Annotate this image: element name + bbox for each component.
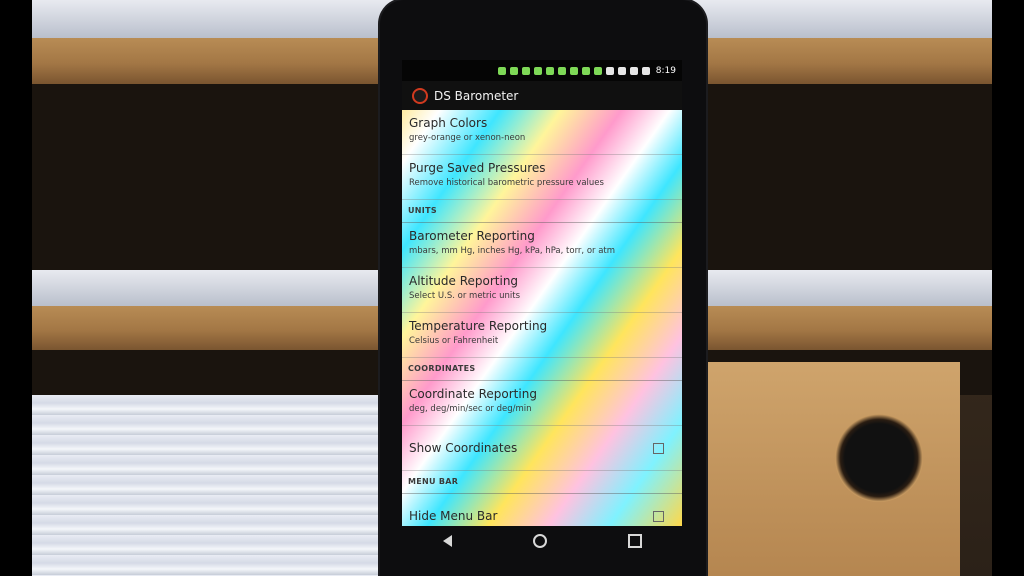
smile-icon [581, 66, 590, 75]
setting-summary: Select U.S. or metric units [409, 291, 521, 301]
timer-icon [521, 66, 530, 75]
settings-list: Graph Colors grey-orange or xenon-neon P… [402, 110, 682, 526]
section-header-label: COORDINATES [408, 364, 476, 373]
setting-title: Altitude Reporting [409, 274, 519, 288]
battery-icon [641, 66, 650, 75]
setting-summary: grey-orange or xenon-neon [409, 133, 526, 143]
paper-stack [32, 395, 382, 576]
wrench-icon [533, 66, 542, 75]
setting-title: Purge Saved Pressures [409, 161, 546, 175]
photo-icon [569, 66, 578, 75]
drawer-hole [835, 414, 923, 502]
setting-hide-menu-bar[interactable]: Hide Menu Bar [402, 494, 682, 526]
back-icon[interactable] [442, 535, 452, 547]
bluetooth-icon [605, 66, 614, 75]
setting-barometer-reporting[interactable]: Barometer Reporting mbars, mm Hg, inches… [402, 223, 682, 268]
status-bar: 8:19 [402, 60, 682, 81]
notification-icon [497, 66, 506, 75]
recents-icon[interactable] [627, 534, 642, 548]
facebook-icon [545, 66, 554, 75]
setting-title: Temperature Reporting [409, 319, 548, 333]
setting-temperature-reporting[interactable]: Temperature Reporting Celsius or Fahrenh… [402, 313, 682, 358]
alarm-icon [557, 66, 566, 75]
show-coordinates-checkbox[interactable] [653, 443, 664, 454]
section-header-menu-bar: MENU BAR [402, 471, 682, 494]
section-header-label: UNITS [408, 206, 437, 215]
setting-purge-saved-pressures[interactable]: Purge Saved Pressures Remove historical … [402, 155, 682, 200]
hide-menu-bar-checkbox[interactable] [653, 511, 664, 522]
section-header-label: MENU BAR [408, 477, 459, 486]
app-logo-icon[interactable] [412, 87, 428, 104]
setting-summary: Remove historical barometric pressure va… [409, 178, 604, 188]
setting-title: Hide Menu Bar [409, 509, 498, 523]
alarm-icon [617, 66, 626, 75]
section-header-coordinates: COORDINATES [402, 358, 682, 381]
phone-screen: 8:19 DS Barometer Graph Colors grey-oran… [402, 60, 682, 526]
home-icon[interactable] [532, 534, 547, 548]
setting-summary: deg, deg/min/sec or deg/min [409, 404, 532, 414]
wifi-icon [629, 66, 638, 75]
setting-altitude-reporting[interactable]: Altitude Reporting Select U.S. or metric… [402, 268, 682, 313]
facebook-icon [509, 66, 518, 75]
setting-show-coordinates[interactable]: Show Coordinates [402, 426, 682, 471]
app-title: DS Barometer [434, 88, 519, 103]
coin-icon [593, 66, 602, 75]
setting-title: Coordinate Reporting [409, 387, 537, 401]
section-header-units: UNITS [402, 200, 682, 223]
setting-title: Show Coordinates [409, 441, 518, 455]
setting-summary: mbars, mm Hg, inches Hg, kPa, hPa, torr,… [409, 246, 616, 256]
action-bar: DS Barometer [402, 81, 682, 110]
status-time: 8:19 [655, 65, 676, 76]
setting-title: Barometer Reporting [409, 229, 535, 243]
setting-coordinate-reporting[interactable]: Coordinate Reporting deg, deg/min/sec or… [402, 381, 682, 426]
navigation-bar [402, 526, 682, 556]
setting-summary: Celsius or Fahrenheit [409, 336, 499, 346]
setting-title: Graph Colors [409, 116, 488, 130]
setting-graph-colors[interactable]: Graph Colors grey-orange or xenon-neon [402, 110, 682, 155]
